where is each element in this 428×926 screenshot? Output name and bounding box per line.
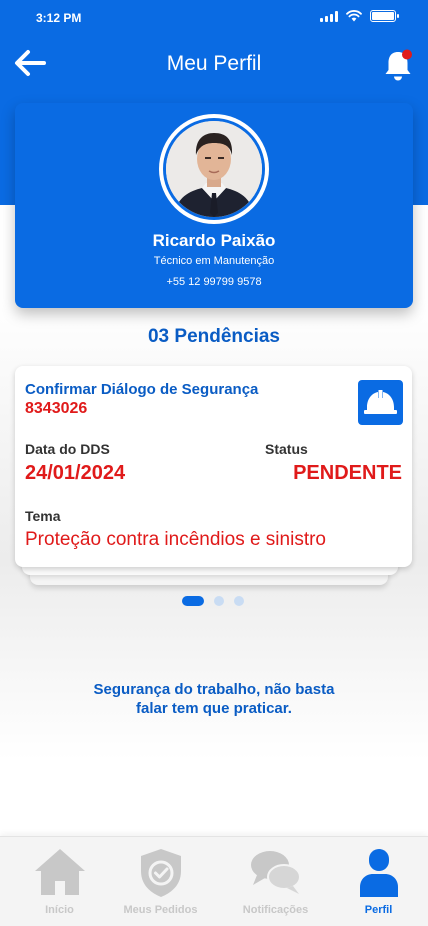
chat-bubbles-icon [250, 851, 301, 894]
nav-item-perfil[interactable]: Perfil [325, 847, 428, 919]
motto-line-2: falar tem que praticar. [136, 700, 292, 717]
carousel-dot-2[interactable] [214, 596, 224, 606]
profile-phone: +55 12 99799 9578 [166, 276, 262, 288]
profile-card: Ricardo Paixão Técnico em Manutenção +55… [15, 103, 413, 308]
task-code: 8343026 [25, 400, 88, 417]
user-icon [359, 849, 398, 897]
tema-value: Proteção contra incêndios e sinistro [25, 529, 326, 550]
carousel-dot-1[interactable] [182, 596, 204, 606]
status-badge: PENDENTE [293, 462, 402, 484]
bottom-navigation: Início Meus Pedidos Notificações Perfil [0, 836, 428, 926]
tema-label: Tema [25, 508, 61, 524]
safety-motto: Segurança do trabalho, não basta falar t… [0, 680, 428, 718]
home-icon [34, 849, 85, 895]
pending-count-title: 03 Pendências [147, 326, 281, 347]
bell-icon [385, 49, 412, 81]
task-title: Confirmar Diálogo de Segurança [25, 381, 259, 398]
notification-badge [402, 49, 412, 60]
status-bar: 3:12 PM [0, 0, 428, 32]
date-value: 24/01/2024 [25, 462, 126, 484]
nav-label-inicio: Início [45, 904, 74, 916]
status-icons [320, 10, 399, 22]
date-label: Data do DDS [25, 441, 110, 457]
battery-icon [370, 10, 399, 22]
carousel-dot-3[interactable] [234, 596, 244, 606]
hard-hat-icon [358, 380, 403, 425]
avatar [159, 114, 269, 224]
nav-label-meus-pedidos: Meus Pedidos [123, 904, 198, 916]
nav-item-notificacoes[interactable]: Notificações [222, 847, 329, 919]
signal-icon [320, 10, 338, 22]
motto-line-1: Segurança do trabalho, não basta [93, 681, 335, 698]
pending-task-card[interactable]: Confirmar Diálogo de Segurança 8343026 D… [15, 366, 412, 567]
page-title: Meu Perfil [166, 52, 262, 75]
status-label: Status [265, 441, 308, 457]
notifications-button[interactable] [382, 46, 414, 84]
status-time: 3:12 PM [36, 11, 82, 25]
profile-role: Técnico em Manutenção [153, 255, 275, 267]
nav-label-perfil: Perfil [364, 904, 393, 916]
top-bar: Meu Perfil [0, 40, 428, 88]
nav-item-meus-pedidos[interactable]: Meus Pedidos [107, 847, 214, 919]
avatar-photo [166, 121, 262, 217]
nav-item-inicio[interactable]: Início [6, 847, 113, 919]
nav-label-notificacoes: Notificações [242, 904, 309, 916]
carousel-indicator [182, 596, 244, 606]
shield-check-icon [140, 849, 181, 897]
wifi-icon [346, 10, 362, 22]
profile-name: Ricardo Paixão [152, 231, 276, 250]
